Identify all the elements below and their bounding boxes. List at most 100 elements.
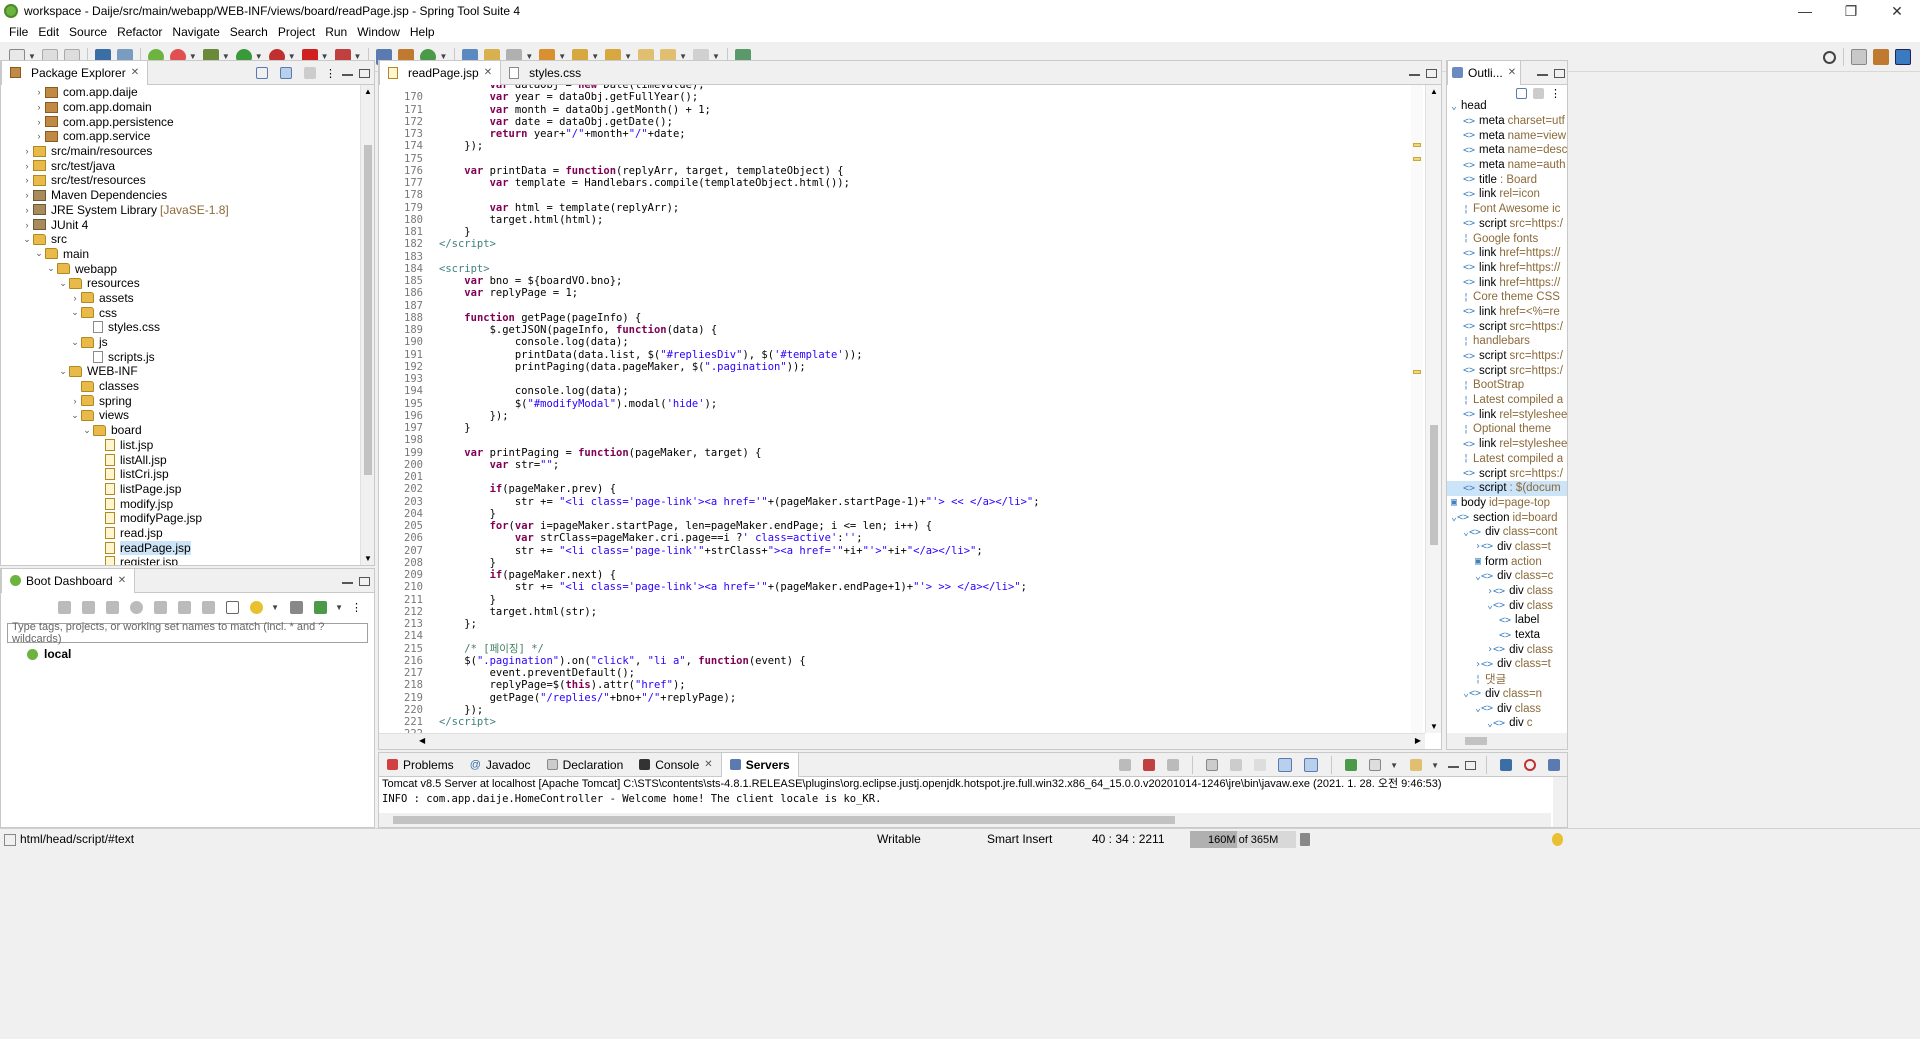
package-tree-scrollbar[interactable]: ▲ ▼ bbox=[360, 85, 374, 565]
editor-vertical-scrollbar[interactable]: ▲ ▼ bbox=[1425, 85, 1441, 733]
occurrence-marker[interactable] bbox=[1413, 143, 1421, 147]
chevron-down-icon[interactable]: ⌄ bbox=[57, 278, 69, 289]
tree-item[interactable]: › assets bbox=[1, 291, 360, 306]
menu-file[interactable]: File bbox=[4, 25, 33, 39]
open-config-icon[interactable] bbox=[178, 600, 192, 614]
tab-package-explorer[interactable]: Package Explorer ✕ bbox=[1, 60, 149, 85]
tab-boot-dashboard[interactable]: Boot Dashboard ✕ bbox=[1, 568, 136, 593]
outline-item[interactable]: <> script src=https:/ bbox=[1447, 349, 1567, 364]
tab-readpage-jsp[interactable]: readPage.jsp ✕ bbox=[379, 60, 502, 85]
menu-edit[interactable]: Edit bbox=[33, 25, 64, 39]
chevron-right-icon[interactable]: › bbox=[33, 131, 45, 141]
tree-item[interactable]: ⌄ main bbox=[1, 247, 360, 262]
chevron-right-icon[interactable]: › bbox=[21, 146, 33, 156]
tree-item[interactable]: classes bbox=[1, 379, 360, 394]
outline-item[interactable]: <> meta name=auth bbox=[1447, 158, 1567, 173]
chevron-right-icon[interactable]: › bbox=[33, 102, 45, 112]
garbage-collect-icon[interactable] bbox=[1300, 833, 1310, 846]
outline-item[interactable]: ▣ form action bbox=[1447, 554, 1567, 569]
view-menu-icon[interactable]: ⋮ bbox=[351, 601, 362, 614]
outline-item[interactable]: ›<> div class=t bbox=[1447, 657, 1567, 672]
open-perspective-icon[interactable] bbox=[1851, 49, 1867, 65]
tree-item[interactable]: listPage.jsp bbox=[1, 482, 360, 497]
chevron-right-icon[interactable]: › bbox=[21, 175, 33, 185]
chevron-down-icon[interactable]: ⌄ bbox=[69, 410, 81, 421]
tree-item[interactable]: listAll.jsp bbox=[1, 452, 360, 467]
chevron-down-icon[interactable]: ⌄ bbox=[33, 248, 45, 259]
open-console-icon[interactable] bbox=[1410, 759, 1423, 771]
heap-status[interactable]: 160M of 365M bbox=[1190, 831, 1296, 848]
outline-item[interactable]: ¦ Optional theme bbox=[1447, 422, 1567, 437]
spring-tool-icon[interactable] bbox=[1524, 759, 1536, 771]
close-button[interactable]: ✕ bbox=[1874, 0, 1920, 22]
tree-item[interactable]: › com.app.daije bbox=[1, 85, 360, 100]
maximize-view-icon[interactable] bbox=[359, 68, 370, 78]
minimize-view-icon[interactable] bbox=[342, 70, 353, 76]
menu-search[interactable]: Search bbox=[225, 25, 273, 39]
scroll-up-icon[interactable]: ▲ bbox=[1430, 87, 1438, 96]
outline-item[interactable]: ¦ Font Awesome ic bbox=[1447, 202, 1567, 217]
occurrence-marker[interactable] bbox=[1413, 157, 1421, 161]
open-browser-icon[interactable] bbox=[130, 600, 144, 614]
close-icon[interactable]: ✕ bbox=[1508, 67, 1516, 78]
scroll-up-icon[interactable]: ▲ bbox=[364, 87, 372, 96]
close-icon[interactable]: ✕ bbox=[131, 67, 139, 78]
outline-item[interactable]: <> title: Board bbox=[1447, 172, 1567, 187]
tab-servers[interactable]: Servers bbox=[720, 752, 799, 777]
chevron-down-icon[interactable]: ⌄ bbox=[69, 307, 81, 318]
outline-item[interactable]: <> meta charset=utf bbox=[1447, 114, 1567, 129]
minimize-view-icon[interactable] bbox=[342, 578, 353, 584]
outline-item[interactable]: <> script src=https:/ bbox=[1447, 319, 1567, 334]
outline-item[interactable]: ⌄ head bbox=[1447, 99, 1567, 114]
maximize-button[interactable]: ❐ bbox=[1828, 0, 1874, 22]
minimize-button[interactable]: — bbox=[1782, 0, 1828, 22]
outline-item[interactable]: ⌄<> div class=c bbox=[1447, 569, 1567, 584]
outline-item[interactable]: ⌄<> div class=n bbox=[1447, 687, 1567, 702]
add-dropdown-icon[interactable]: ▼ bbox=[335, 603, 343, 612]
filter-icon[interactable] bbox=[1533, 88, 1544, 99]
word-wrap-icon[interactable] bbox=[1254, 759, 1267, 771]
editor-horizontal-scrollbar[interactable]: ◀ ▶ bbox=[379, 733, 1425, 749]
outline-item[interactable]: ¦ Latest compiled a bbox=[1447, 393, 1567, 408]
fast-view-icon[interactable] bbox=[4, 834, 16, 846]
maximize-view-icon[interactable] bbox=[1554, 68, 1565, 78]
scroll-lock-icon[interactable] bbox=[1230, 759, 1243, 771]
tree-item[interactable]: list.jsp bbox=[1, 438, 360, 453]
minimize-view-icon[interactable] bbox=[1537, 70, 1548, 76]
display-console-dropdown-icon[interactable]: ▼ bbox=[1390, 761, 1398, 770]
tree-item[interactable]: › spring bbox=[1, 393, 360, 408]
outline-item[interactable]: <> link rel=icon bbox=[1447, 187, 1567, 202]
open-console-dropdown-icon[interactable]: ▼ bbox=[1431, 761, 1439, 770]
outline-item[interactable]: ¦ handlebars bbox=[1447, 334, 1567, 349]
tree-item[interactable]: ⌄ board bbox=[1, 423, 360, 438]
view-menu-icon[interactable]: ⋮ bbox=[325, 67, 336, 80]
chevron-right-icon[interactable]: › bbox=[21, 220, 33, 230]
chevron-down-icon[interactable]: ⌄ bbox=[81, 425, 93, 436]
close-icon[interactable]: ✕ bbox=[704, 759, 712, 770]
start-icon[interactable] bbox=[58, 600, 72, 614]
menu-project[interactable]: Project bbox=[273, 25, 320, 39]
outline-item[interactable]: ›<> div class bbox=[1447, 584, 1567, 599]
menu-navigate[interactable]: Navigate bbox=[167, 25, 224, 39]
outline-item[interactable]: <> script src=https:/ bbox=[1447, 363, 1567, 378]
task-list-icon[interactable] bbox=[1500, 759, 1512, 771]
outline-item[interactable]: <> script: $(docum bbox=[1447, 480, 1567, 496]
tab-javadoc[interactable]: @ Javadoc bbox=[462, 753, 539, 777]
chevron-right-icon[interactable]: › bbox=[69, 396, 81, 406]
tree-item[interactable]: register.jsp bbox=[1, 555, 360, 565]
tab-console[interactable]: Console ✕ bbox=[631, 753, 720, 777]
annotation-ruler[interactable] bbox=[1411, 85, 1423, 733]
scroll-down-icon[interactable]: ▼ bbox=[364, 554, 372, 563]
search-icon[interactable] bbox=[1823, 50, 1836, 64]
minimize-view-icon[interactable] bbox=[1409, 70, 1420, 76]
tree-item[interactable]: › src/test/java bbox=[1, 158, 360, 173]
chevron-down-icon[interactable]: ⌄ bbox=[57, 366, 69, 377]
tree-item[interactable]: ⌄ js bbox=[1, 335, 360, 350]
clear-console-icon[interactable] bbox=[1206, 759, 1219, 771]
tree-item[interactable]: scripts.js bbox=[1, 349, 360, 364]
minimize-view-icon[interactable] bbox=[1448, 762, 1459, 768]
expose-icon[interactable] bbox=[290, 600, 304, 614]
outline-item[interactable]: <> meta name=desc bbox=[1447, 143, 1567, 158]
tree-item[interactable]: › Maven Dependencies bbox=[1, 188, 360, 203]
tree-item[interactable]: › src/test/resources bbox=[1, 173, 360, 188]
